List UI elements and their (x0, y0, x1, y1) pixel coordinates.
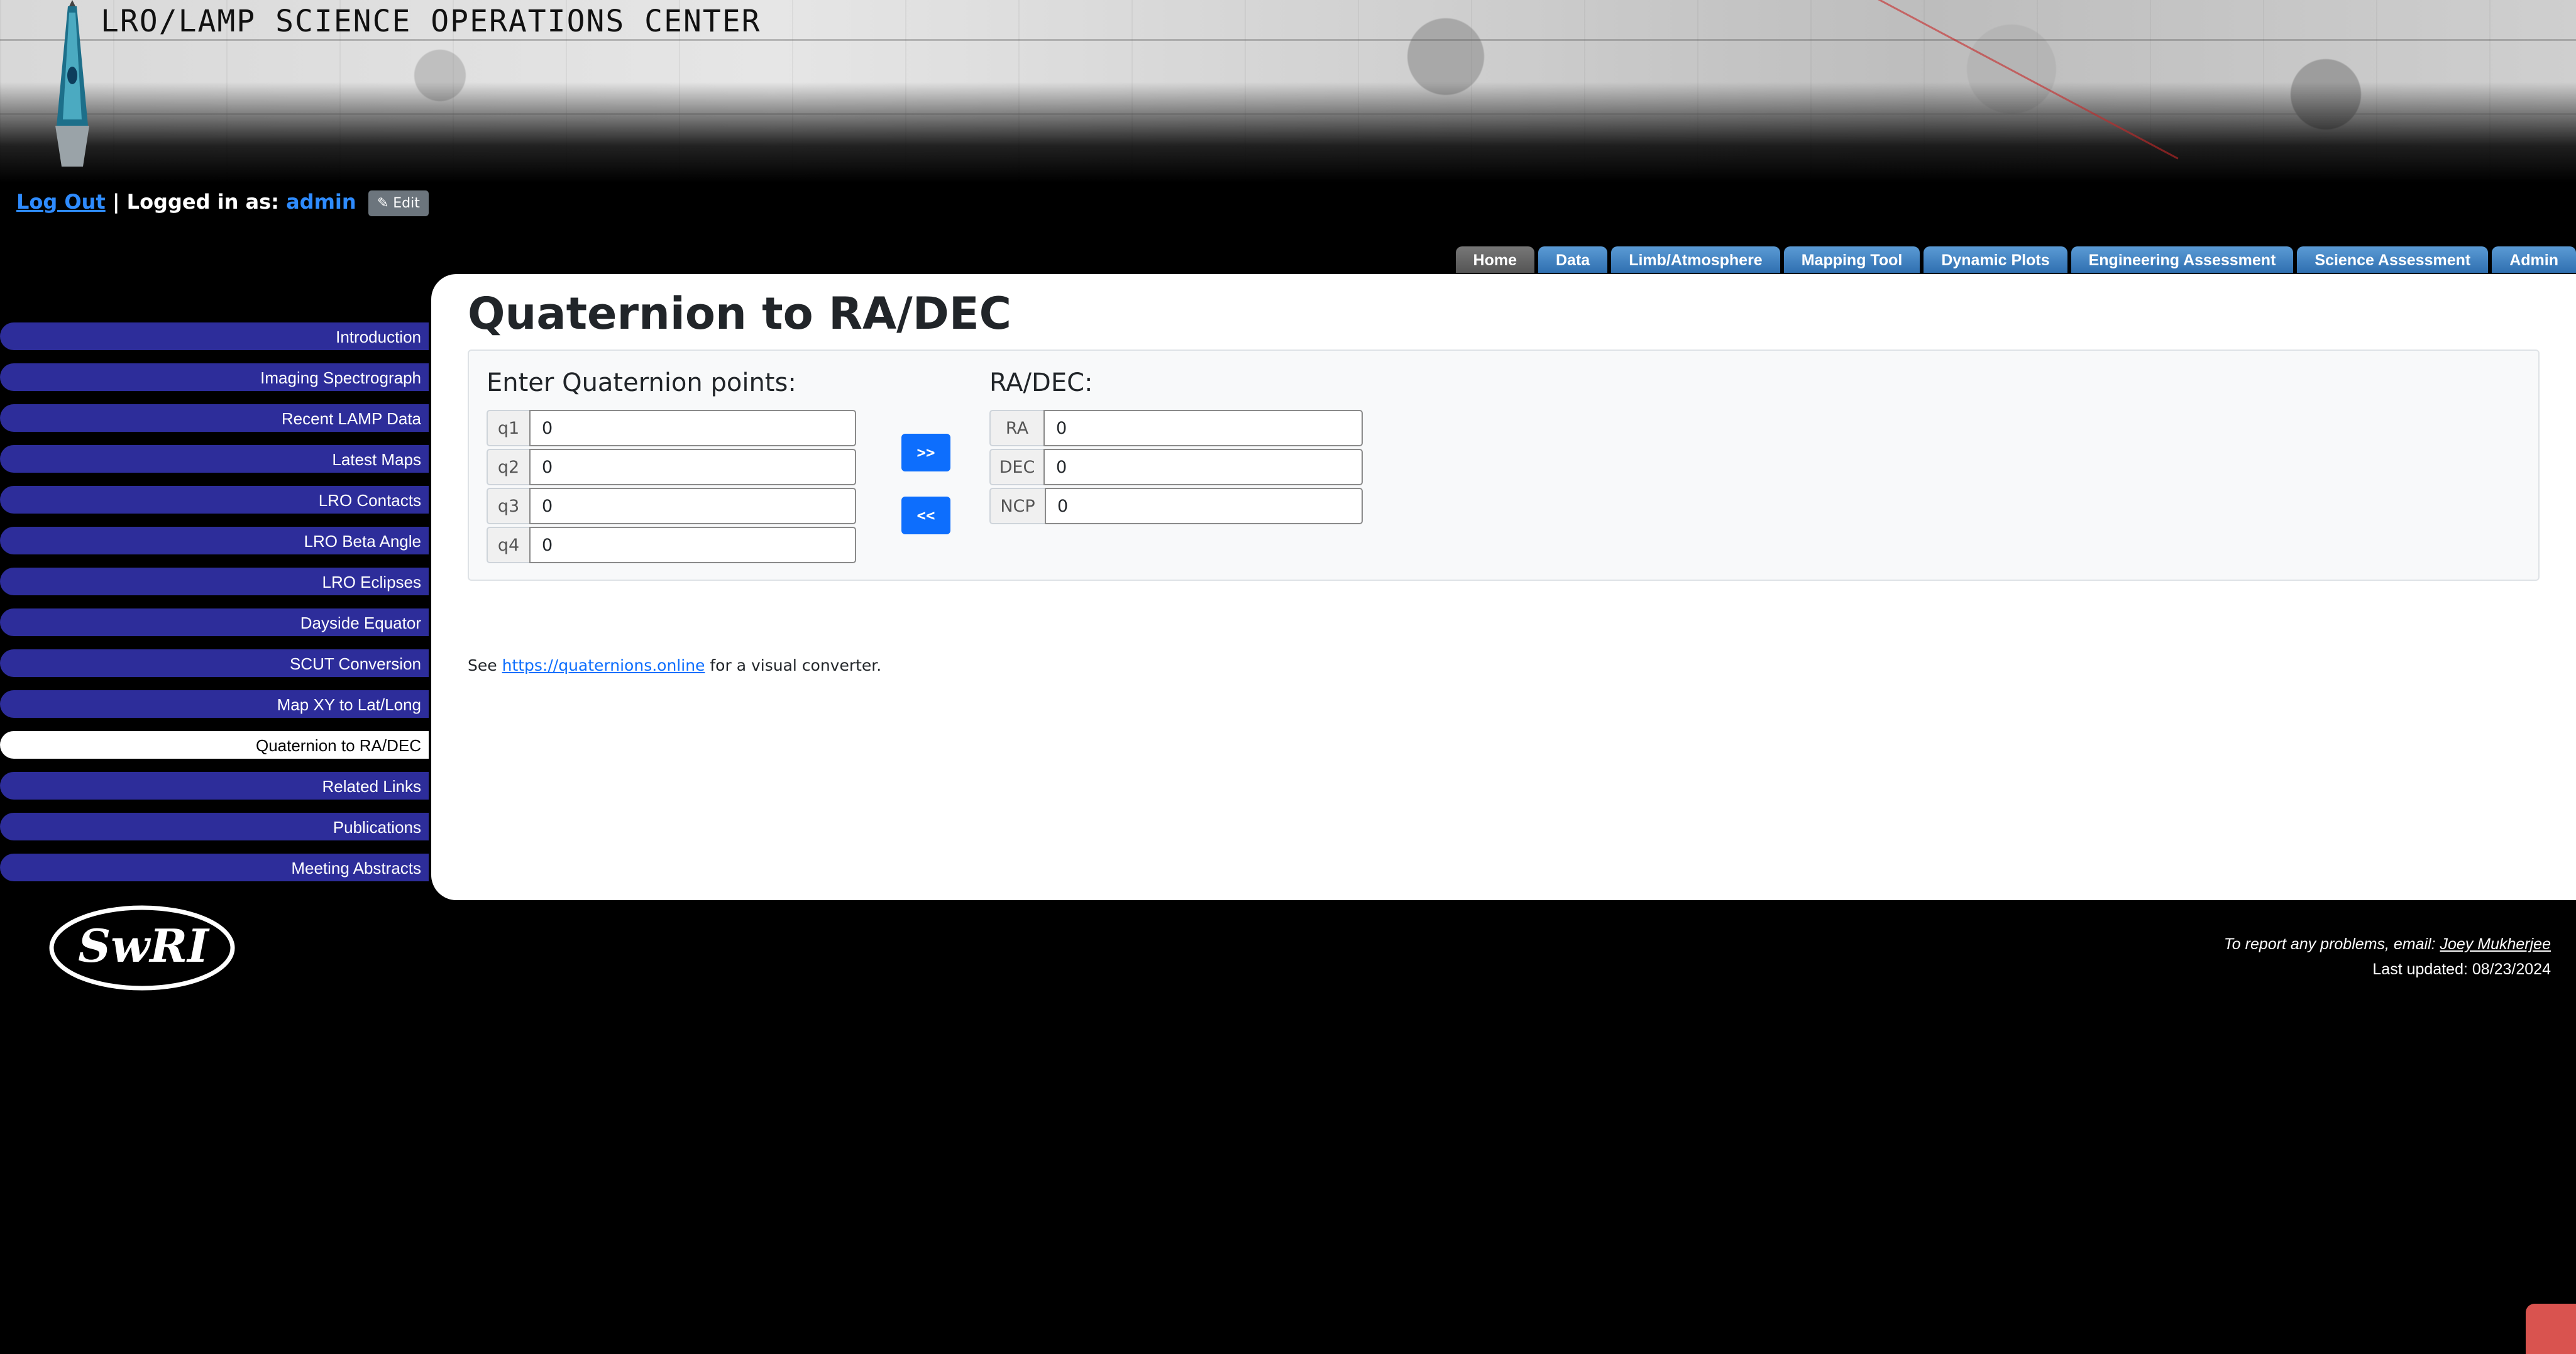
logged-in-label: Logged in as: (126, 190, 279, 214)
q2-input-group: q2 0 (487, 449, 856, 485)
sidebar-item-quaternion-to-ra-dec[interactable]: Quaternion to RA/DEC (0, 731, 429, 759)
swri-logo: SwRI (49, 905, 235, 991)
username-link[interactable]: admin (286, 190, 356, 214)
report-text: To report any problems, email: (2223, 935, 2436, 953)
sidebar-item-introduction[interactable]: Introduction (0, 322, 429, 350)
edit-button-label: Edit (393, 195, 420, 211)
tab-mapping-tool[interactable]: Mapping Tool (1783, 246, 1920, 273)
contact-email-link[interactable]: Joey Mukherjee (2440, 935, 2551, 953)
logout-link[interactable]: Log Out (16, 190, 106, 214)
q1-input[interactable]: 0 (529, 410, 856, 446)
convert-to-quaternion-button[interactable]: << (901, 497, 950, 534)
session-separator: | (112, 190, 120, 214)
q2-input[interactable]: 0 (529, 449, 856, 485)
tab-data[interactable]: Data (1538, 246, 1608, 273)
sidebar-item-lro-beta-angle[interactable]: LRO Beta Angle (0, 527, 429, 554)
sidebar-item-scut-conversion[interactable]: SCUT Conversion (0, 649, 429, 677)
sidebar-item-latest-maps[interactable]: Latest Maps (0, 445, 429, 473)
tab-science-assessment[interactable]: Science Assessment (2297, 246, 2489, 273)
dec-input[interactable]: 0 (1043, 449, 1363, 485)
tab-admin[interactable]: Admin (2492, 246, 2576, 273)
q2-label: q2 (487, 449, 529, 485)
sidebar-nav: Introduction Imaging Spectrograph Recent… (0, 322, 429, 894)
header-banner: LRO/LAMP SCIENCE OPERATIONS CENTER (0, 0, 2576, 182)
converter-note: See https://quaternions.online for a vis… (468, 656, 881, 674)
note-prefix: See (468, 656, 497, 674)
page-title: Quaternion to RA/DEC (468, 288, 1012, 339)
q3-input-group: q3 0 (487, 488, 856, 524)
edit-profile-button[interactable]: ✎ Edit (368, 190, 429, 216)
edit-icon: ✎ (377, 195, 389, 211)
quaternions-online-link[interactable]: https://quaternions.online (502, 656, 705, 674)
q4-input[interactable]: 0 (529, 527, 856, 563)
sidebar-item-lro-contacts[interactable]: LRO Contacts (0, 486, 429, 514)
ncp-input-group: NCP 0 (989, 488, 1363, 524)
map-gridline (0, 39, 2576, 41)
sidebar-item-map-xy-to-lat-long[interactable]: Map XY to Lat/Long (0, 690, 429, 718)
radec-heading: RA/DEC: (989, 368, 1093, 397)
q3-label: q3 (487, 488, 529, 524)
q4-label: q4 (487, 527, 529, 563)
q4-input-group: q4 0 (487, 527, 856, 563)
map-orbit-line (1844, 0, 2179, 160)
site-title: LRO/LAMP SCIENCE OPERATIONS CENTER (101, 4, 761, 39)
tab-engineering-assessment[interactable]: Engineering Assessment (2071, 246, 2294, 273)
top-tabs: Home Data Limb/Atmosphere Mapping Tool D… (1455, 246, 2576, 273)
tab-dynamic-plots[interactable]: Dynamic Plots (1924, 246, 2067, 273)
note-suffix: for a visual converter. (710, 656, 882, 674)
report-line: To report any problems, email: Joey Mukh… (2224, 932, 2551, 957)
dec-input-group: DEC 0 (989, 449, 1363, 485)
sidebar-item-related-links[interactable]: Related Links (0, 772, 429, 800)
footer-info: To report any problems, email: Joey Mukh… (2224, 932, 2551, 982)
ra-input-group: RA 0 (989, 410, 1363, 446)
converter-card: Enter Quaternion points: q1 0 q2 0 q3 0 … (468, 350, 2540, 581)
swri-logo-text: SwRI (78, 919, 210, 972)
chat-widget-icon[interactable] (2526, 1304, 2576, 1354)
sidebar-item-meeting-abstracts[interactable]: Meeting Abstracts (0, 854, 429, 881)
quaternion-heading: Enter Quaternion points: (487, 368, 796, 397)
ra-label: RA (989, 410, 1043, 446)
ncp-label: NCP (989, 488, 1045, 524)
map-gridline (0, 113, 2576, 115)
sidebar-item-lro-eclipses[interactable]: LRO Eclipses (0, 568, 429, 595)
sidebar-item-dayside-equator[interactable]: Dayside Equator (0, 608, 429, 636)
lamp-logo-icon (55, 0, 89, 167)
session-bar: Log Out | Logged in as: admin ✎ Edit (16, 190, 429, 216)
main-panel: Quaternion to RA/DEC Enter Quaternion po… (431, 274, 2576, 900)
sidebar-item-imaging-spectrograph[interactable]: Imaging Spectrograph (0, 363, 429, 391)
q3-input[interactable]: 0 (529, 488, 856, 524)
convert-to-radec-button[interactable]: >> (901, 434, 950, 471)
q1-label: q1 (487, 410, 529, 446)
sidebar-item-publications[interactable]: Publications (0, 813, 429, 840)
q1-input-group: q1 0 (487, 410, 856, 446)
dec-label: DEC (989, 449, 1043, 485)
tab-home[interactable]: Home (1455, 246, 1534, 273)
ncp-input[interactable]: 0 (1045, 488, 1363, 524)
sidebar-item-recent-lamp-data[interactable]: Recent LAMP Data (0, 404, 429, 432)
last-updated: Last updated: 08/23/2024 (2372, 960, 2551, 978)
tab-limb-atmosphere[interactable]: Limb/Atmosphere (1611, 246, 1780, 273)
ra-input[interactable]: 0 (1043, 410, 1363, 446)
